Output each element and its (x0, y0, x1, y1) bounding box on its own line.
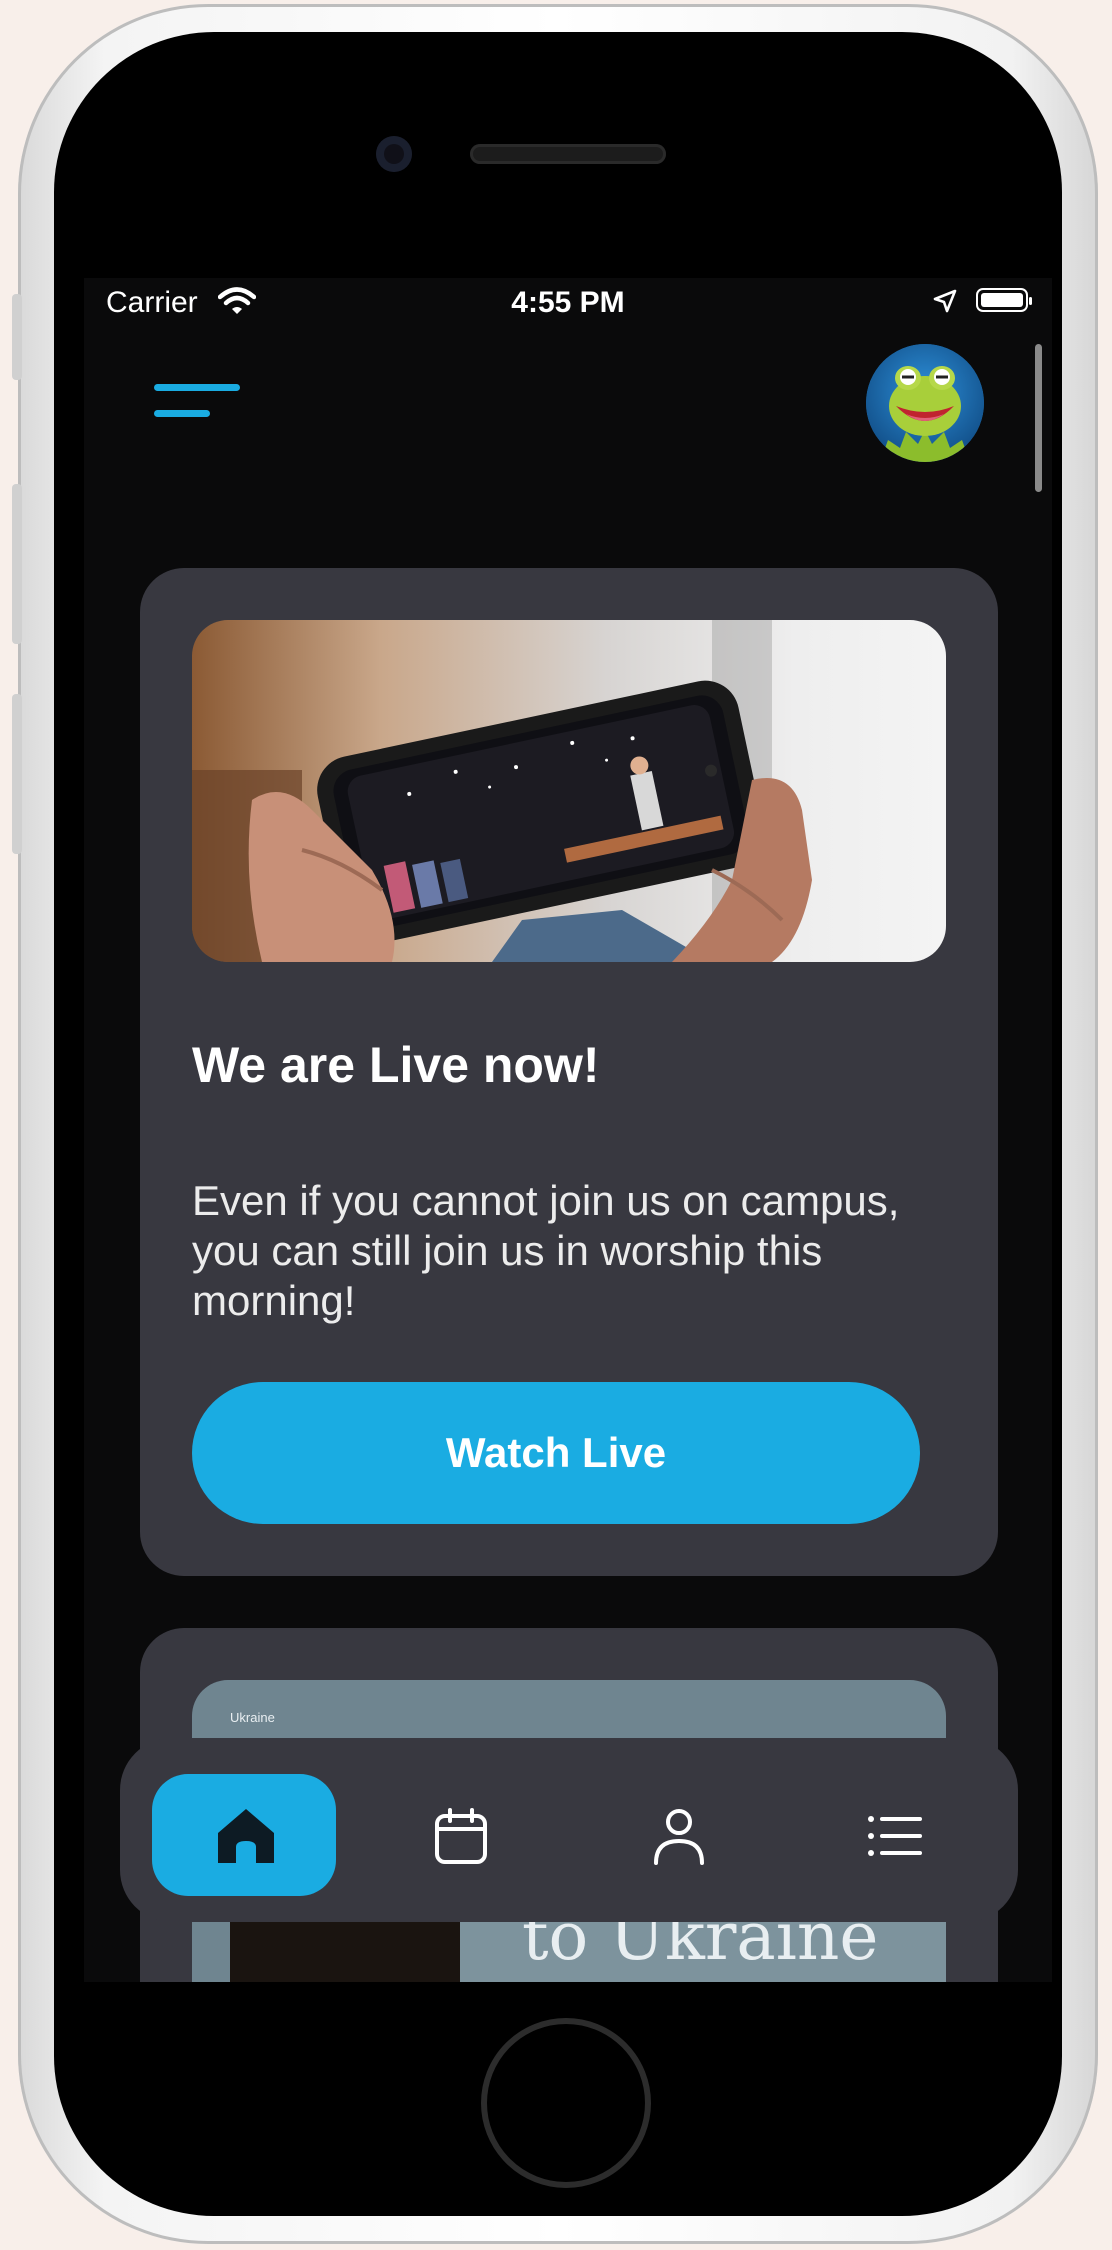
status-bar: Carrier 4:55 PM (84, 278, 1052, 328)
menu-line-top (154, 384, 240, 391)
clock: 4:55 PM (511, 286, 625, 319)
live-card: We are Live now! Even if you cannot join… (140, 568, 998, 1576)
battery-icon (976, 288, 1032, 312)
hamburger-menu-icon[interactable] (154, 378, 244, 422)
earpiece-speaker (470, 144, 666, 164)
livestream-photo (192, 620, 946, 962)
location-arrow-icon (932, 288, 958, 319)
tab-home[interactable] (152, 1774, 336, 1896)
list-icon (868, 1816, 922, 1856)
bottom-tab-bar (120, 1738, 1018, 1922)
live-card-title: We are Live now! (192, 1037, 600, 1093)
mute-switch (12, 294, 22, 380)
volume-up-button (12, 484, 22, 644)
front-camera (376, 136, 412, 172)
tab-calendar[interactable] (368, 1774, 552, 1896)
scrollbar[interactable] (1035, 344, 1042, 492)
menu-line-bottom (154, 410, 210, 417)
ukraine-card-tag: Ukraine (230, 1710, 275, 1725)
watch-live-button[interactable]: Watch Live (192, 1382, 920, 1524)
app-screen: Carrier 4:55 PM We are Live now! Even if… (84, 278, 1052, 1982)
tab-profile[interactable] (586, 1774, 770, 1896)
volume-down-button (12, 694, 22, 854)
battery-level (981, 293, 1023, 307)
live-card-description: Even if you cannot join us on campus, yo… (192, 1177, 900, 1324)
tab-menu-list[interactable] (802, 1774, 986, 1896)
avatar[interactable] (866, 344, 984, 462)
profile-icon (654, 1809, 704, 1865)
home-icon (218, 1809, 274, 1863)
home-button[interactable] (481, 2018, 651, 2188)
frog-avatar (866, 344, 984, 462)
calendar-icon (435, 1808, 487, 1864)
